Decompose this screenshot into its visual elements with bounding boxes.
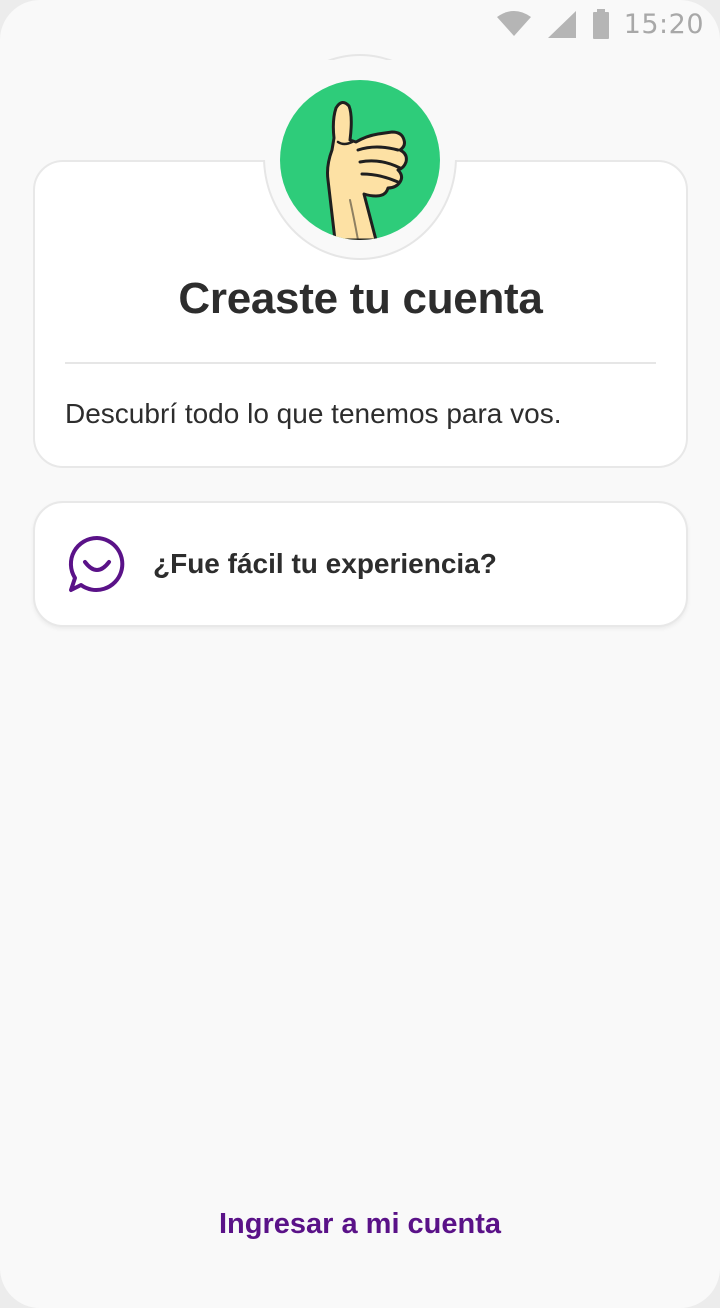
screen: 15:20 Creaste tu cuenta Descubrí todo lo… xyxy=(0,0,720,1308)
status-bar: 15:20 xyxy=(496,0,720,48)
chat-smile-icon xyxy=(67,534,127,594)
status-time: 15:20 xyxy=(623,8,704,40)
signal-icon xyxy=(546,9,578,39)
feedback-label: ¿Fue fácil tu experiencia? xyxy=(153,548,497,579)
divider xyxy=(65,362,656,364)
wifi-icon xyxy=(496,10,532,38)
login-link[interactable]: Ingresar a mi cuenta xyxy=(0,1208,720,1241)
page-title: Creaste tu cuenta xyxy=(178,274,543,323)
success-message: Descubrí todo lo que tenemos para vos. xyxy=(65,398,562,429)
thumbs-up-icon xyxy=(280,80,440,240)
battery-icon xyxy=(592,9,610,39)
feedback-card[interactable]: ¿Fue fácil tu experiencia? xyxy=(33,501,688,627)
